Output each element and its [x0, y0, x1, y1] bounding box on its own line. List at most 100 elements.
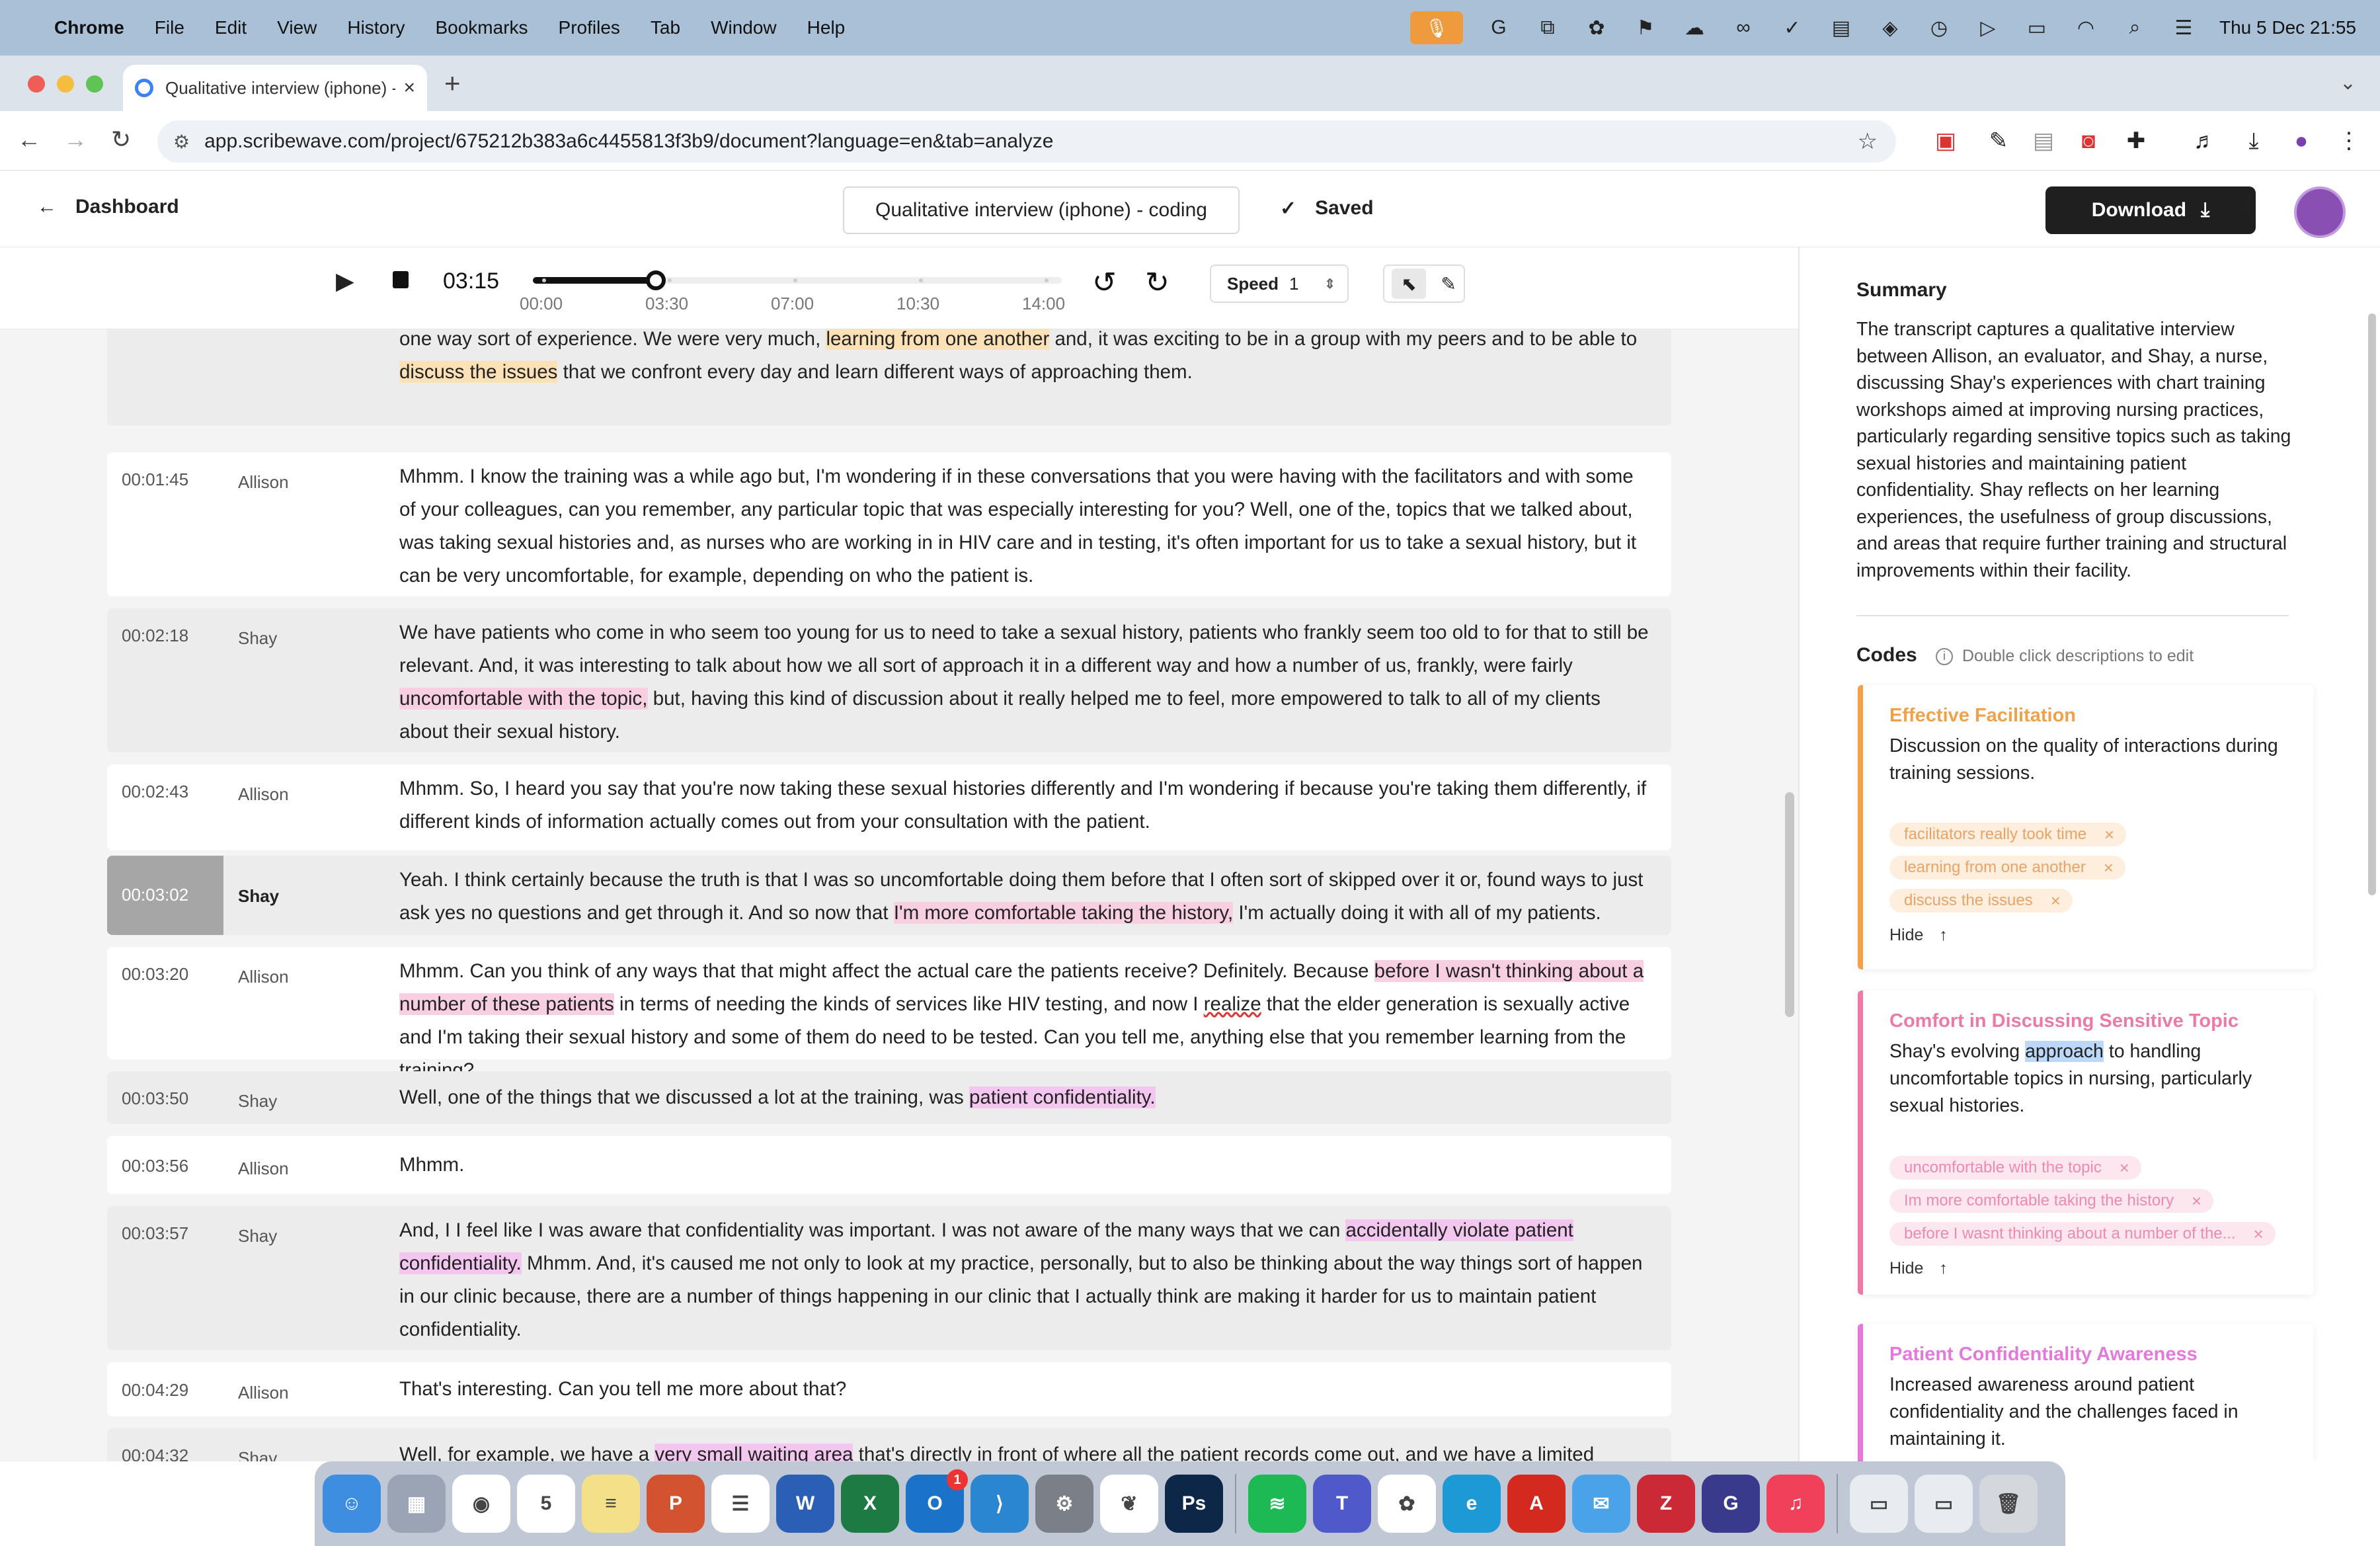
chrome-menu-icon[interactable]: ⋮: [2334, 126, 2364, 156]
dock-app-word-icon[interactable]: W: [776, 1475, 834, 1533]
menu-bookmarks[interactable]: Bookmarks: [435, 17, 528, 38]
row-timestamp[interactable]: 00:03:02: [122, 885, 188, 905]
row-timestamp[interactable]: 00:03:20: [122, 964, 188, 985]
translate-status-icon[interactable]: ⧉: [1534, 15, 1561, 41]
row-speaker[interactable]: Shay: [238, 1448, 277, 1461]
transcript-row[interactable]: 00:04:29 Allison That's interesting. Can y…: [107, 1362, 1671, 1416]
remove-tag-icon[interactable]: ×: [2253, 1222, 2263, 1246]
dock-app-vs-code-icon[interactable]: ⟩: [971, 1475, 1029, 1533]
dock-app-acrobat-icon[interactable]: A: [1507, 1475, 1566, 1533]
dock-app-outlook-icon[interactable]: O1: [906, 1469, 968, 1533]
row-timestamp[interactable]: 00:04:32: [122, 1445, 188, 1461]
transcript-row[interactable]: 00:03:57 Shay And, I I feel like I was awa…: [107, 1206, 1671, 1350]
remove-tag-icon[interactable]: ×: [2051, 889, 2061, 913]
transcript-row[interactable]: 00:02:43 Allison Mhmm. So, I heard you say…: [107, 764, 1671, 850]
dock-app-music-icon[interactable]: ♫: [1766, 1475, 1825, 1533]
document-title-field[interactable]: Qualitative interview (iphone) - coding: [843, 186, 1240, 234]
row-speaker[interactable]: Allison: [238, 967, 289, 987]
forward-10-icon[interactable]: ↻: [1145, 266, 1170, 300]
dock-app-teams-icon[interactable]: T: [1313, 1475, 1371, 1533]
seek-bar[interactable]: [533, 270, 1062, 290]
forward-arrow-icon[interactable]: →: [63, 126, 87, 153]
spotlight-search-icon[interactable]: ⌕: [2122, 15, 2148, 41]
stop-icon[interactable]: [393, 271, 409, 288]
panel-scrollbar[interactable]: [2368, 313, 2376, 895]
code-tag-chip[interactable]: discuss the issues ×: [1889, 889, 2073, 913]
seek-handle[interactable]: [645, 270, 666, 290]
teams-status-icon[interactable]: ⚑: [1632, 15, 1659, 41]
row-speaker[interactable]: Allison: [238, 1383, 289, 1403]
row-timestamp[interactable]: 00:01:45: [122, 469, 188, 490]
row-speaker[interactable]: Allison: [238, 472, 289, 493]
tab-search-chevron-icon[interactable]: ⌄: [2340, 71, 2356, 95]
code-tag-chip[interactable]: Im more comfortable taking the history ×: [1889, 1189, 2214, 1213]
row-text[interactable]: Yeah. I think certainly because the trut…: [399, 864, 1649, 930]
dock-app-photoshop-icon[interactable]: Ps: [1165, 1475, 1223, 1533]
extensions-puzzle-icon[interactable]: ✚: [2121, 126, 2151, 156]
dashboard-back-link[interactable]: ← Dashboard: [37, 196, 179, 218]
code-tag-chip[interactable]: uncomfortable with the topic ×: [1889, 1156, 2141, 1180]
remove-tag-icon[interactable]: ×: [2120, 1156, 2129, 1180]
dock-app-trash-icon[interactable]: 🗑: [1979, 1475, 2038, 1533]
profile-avatar-icon[interactable]: ●: [2286, 126, 2317, 156]
row-text[interactable]: And, I I feel like I was aware that conf…: [399, 1214, 1649, 1346]
row-timestamp[interactable]: 00:03:56: [122, 1156, 188, 1176]
minimize-window-icon[interactable]: [57, 75, 74, 93]
zoom-window-icon[interactable]: [86, 75, 103, 93]
dock-app-grammarly-icon[interactable]: G: [1702, 1475, 1760, 1533]
dock-app-spotify-icon[interactable]: ≋: [1248, 1475, 1306, 1533]
transcript-row[interactable]: 00:04:32 Shay Well, for example, we have a…: [107, 1428, 1671, 1461]
url-text[interactable]: app.scribewave.com/project/675212b383a6c…: [204, 130, 1053, 153]
row-text[interactable]: Mhmm. I know the training was a while ag…: [399, 460, 1649, 592]
dock-app-chrome-icon[interactable]: ◉: [452, 1475, 510, 1533]
coded-highlight[interactable]: discuss the issues: [399, 361, 558, 383]
row-timestamp[interactable]: 00:02:43: [122, 782, 188, 802]
code-name[interactable]: Comfort in Discussing Sensitive Topic: [1889, 1010, 2239, 1032]
extension-pen-icon[interactable]: ✎: [1983, 126, 2014, 156]
site-info-icon[interactable]: ⚙: [173, 131, 190, 153]
remove-tag-icon[interactable]: ×: [2104, 823, 2114, 846]
selected-text[interactable]: approach: [2025, 1041, 2104, 1062]
rewind-10-icon[interactable]: ↺: [1092, 266, 1117, 300]
dock-app-preview-icon[interactable]: ▭: [1850, 1475, 1908, 1533]
hide-tags-link[interactable]: Hide ↑: [1889, 926, 1948, 945]
menu-tab[interactable]: Tab: [651, 17, 680, 38]
reload-icon[interactable]: ↻: [111, 126, 131, 153]
remove-tag-icon[interactable]: ×: [2104, 856, 2114, 879]
close-tab-icon[interactable]: ×: [403, 77, 415, 99]
row-text[interactable]: Well, one of the things that we discusse…: [399, 1081, 1649, 1114]
code-description[interactable]: Increased awareness around patient confi…: [1889, 1371, 2293, 1453]
coded-highlight[interactable]: patient confidentiality.: [969, 1086, 1156, 1108]
dock-app-system-settings-icon[interactable]: ⚙: [1035, 1475, 1093, 1533]
row-speaker[interactable]: Shay: [238, 628, 277, 649]
new-tab-icon[interactable]: +: [444, 67, 461, 99]
user-avatar[interactable]: [2294, 186, 2346, 238]
code-card[interactable]: Comfort in Discussing Sensitive Topic Sha…: [1858, 991, 2314, 1295]
back-arrow-icon[interactable]: ←: [17, 126, 41, 153]
time-machine-icon[interactable]: ◷: [1926, 15, 1952, 41]
dock-app-launchpad-icon[interactable]: ▦: [387, 1475, 446, 1533]
creative-cloud-icon[interactable]: ∞: [1730, 15, 1757, 41]
dock-app-leaf-icon[interactable]: ❦: [1100, 1475, 1158, 1533]
menu-file[interactable]: File: [155, 17, 184, 38]
transcript-row[interactable]: 00:03:56 Allison Mhmm.: [107, 1136, 1671, 1194]
summary-text[interactable]: The transcript captures a qualitative in…: [1856, 316, 2293, 584]
control-center-icon[interactable]: ☰: [2170, 15, 2197, 41]
pocket-icon[interactable]: ◙: [2073, 126, 2104, 156]
menu-profiles[interactable]: Profiles: [559, 17, 620, 38]
row-speaker[interactable]: Shay: [238, 886, 279, 907]
menu-help[interactable]: Help: [807, 17, 846, 38]
transcript-row[interactable]: 00:03:02 Shay Yeah. I think certainly beca…: [107, 856, 1671, 935]
play-status-icon[interactable]: ▷: [1975, 15, 2001, 41]
highlighter-tool-icon[interactable]: ✎: [1441, 273, 1456, 295]
dock-app-preview-2-icon[interactable]: ▭: [1915, 1475, 1973, 1533]
chatgpt-status-icon[interactable]: ✿: [1583, 15, 1610, 41]
cursor-tool-icon[interactable]: ⬉: [1392, 268, 1427, 299]
coded-highlight[interactable]: very small waiting area: [654, 1444, 853, 1461]
extension-doc-icon[interactable]: ▤: [2028, 126, 2059, 156]
menu-history[interactable]: History: [347, 17, 405, 38]
menu-app-name[interactable]: Chrome: [54, 17, 124, 38]
row-text[interactable]: That's interesting. Can you tell me more…: [399, 1373, 1649, 1406]
row-text[interactable]: Mhmm. Can you think of any ways that tha…: [399, 955, 1649, 1087]
menu-edit[interactable]: Edit: [215, 17, 247, 38]
